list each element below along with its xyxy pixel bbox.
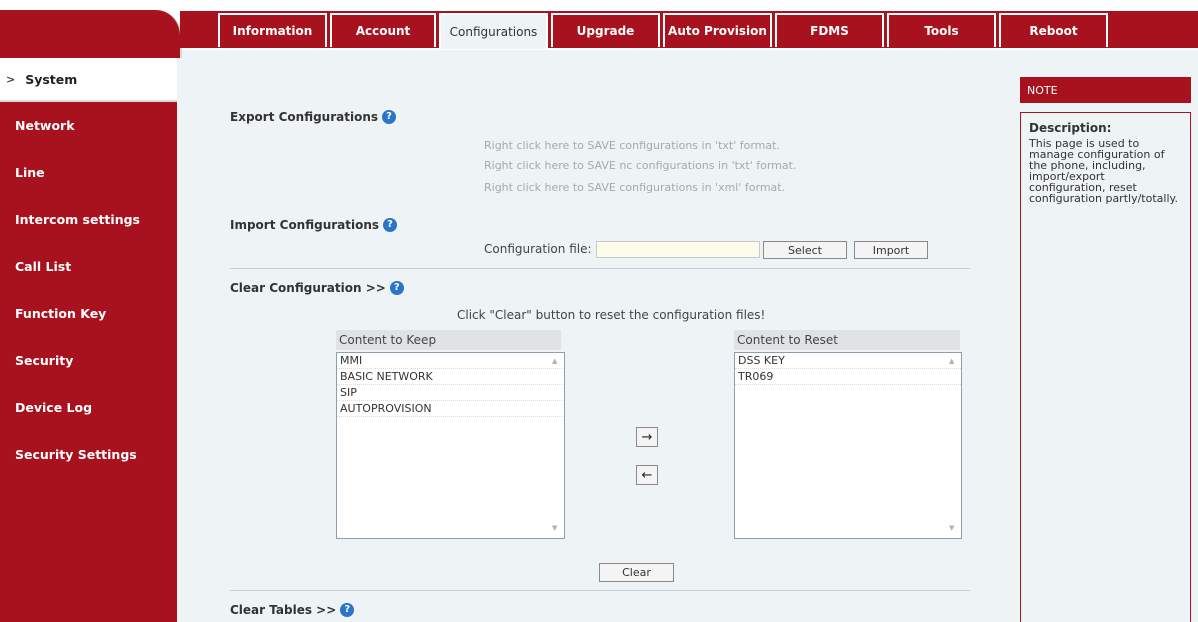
tab-fdms[interactable]: FDMS [775, 13, 884, 47]
keep-list-header: Content to Keep [336, 330, 561, 350]
tab-information[interactable]: Information [218, 13, 327, 47]
chevron-right-icon: > [6, 72, 16, 86]
clear-config-section-title: Clear Configuration >> ? [230, 281, 404, 295]
sidebar-item-label: Device Log [15, 400, 93, 415]
clear-button[interactable]: Clear [599, 563, 674, 582]
sidebar-item-line[interactable]: Line [0, 149, 177, 196]
sidebar-item-label: Network [15, 118, 75, 133]
tab-configurations[interactable]: Configurations [439, 13, 548, 49]
note-header: NOTE [1020, 77, 1191, 103]
list-item[interactable]: AUTOPROVISION [337, 401, 564, 417]
sidebar-item-security[interactable]: Security [0, 337, 177, 384]
move-left-button[interactable]: ← [636, 465, 658, 485]
clear-tables-section-title: Clear Tables >> ? [230, 603, 355, 617]
tab-account[interactable]: Account [330, 13, 436, 47]
scroll-down-icon[interactable]: ▼ [949, 524, 954, 532]
sidebar: > System Network Line Intercom settings … [0, 58, 177, 622]
sidebar-item-label: Line [15, 165, 45, 180]
note-description: This page is used to manage configuratio… [1029, 137, 1178, 205]
help-icon[interactable]: ? [389, 281, 404, 295]
sidebar-item-label: Call List [15, 259, 72, 274]
reset-list-header: Content to Reset [734, 330, 960, 350]
export-section-title: Export Configurations ? [230, 110, 397, 124]
sidebar-item-device-log[interactable]: Device Log [0, 384, 177, 431]
export-title-text: Export Configurations [230, 110, 379, 124]
scroll-down-icon[interactable]: ▼ [552, 524, 557, 532]
list-item[interactable]: DSS KEY [735, 353, 961, 369]
sidebar-item-label: Security [15, 353, 74, 368]
note-title: Description: [1029, 121, 1112, 135]
sidebar-item-security-settings[interactable]: Security Settings [0, 431, 177, 478]
divider [230, 590, 970, 591]
export-xml-link[interactable]: Right click here to SAVE configurations … [484, 181, 785, 194]
move-right-button[interactable]: → [636, 427, 658, 447]
sidebar-item-function-key[interactable]: Function Key [0, 290, 177, 337]
note-panel: Description: This page is used to manage… [1020, 112, 1191, 622]
list-item[interactable]: SIP [337, 385, 564, 401]
reset-listbox-scrollbar[interactable]: ▲ ▼ [944, 353, 961, 538]
import-button[interactable]: Import [854, 241, 928, 259]
export-txt-link[interactable]: Right click here to SAVE configurations … [484, 139, 780, 152]
sidebar-item-label: System [25, 71, 78, 87]
import-title-text: Import Configurations [230, 218, 380, 232]
top-bar: Information Account Configurations Upgra… [0, 0, 1198, 58]
list-item[interactable]: TR069 [735, 369, 961, 385]
list-item[interactable]: BASIC NETWORK [337, 369, 564, 385]
divider [230, 268, 970, 269]
configuration-file-input[interactable] [596, 241, 760, 258]
configuration-file-label: Configuration file: [484, 242, 592, 256]
tab-reboot[interactable]: Reboot [999, 13, 1108, 47]
keep-listbox[interactable]: MMI BASIC NETWORK SIP AUTOPROVISION ▲ ▼ [336, 352, 565, 539]
sidebar-item-label: Security Settings [15, 447, 137, 462]
select-button[interactable]: Select [763, 241, 847, 259]
logo-area [0, 10, 182, 58]
sidebar-item-intercom-settings[interactable]: Intercom settings [0, 196, 177, 243]
help-icon[interactable]: ? [383, 218, 398, 232]
tab-upgrade[interactable]: Upgrade [551, 13, 660, 47]
sidebar-item-call-list[interactable]: Call List [0, 243, 177, 290]
import-section-title: Import Configurations ? [230, 218, 398, 232]
help-icon[interactable]: ? [382, 110, 397, 124]
sidebar-item-label: Function Key [15, 306, 107, 321]
tab-auto-provision[interactable]: Auto Provision [663, 13, 772, 47]
scroll-up-icon[interactable]: ▲ [949, 357, 954, 365]
keep-listbox-scrollbar[interactable]: ▲ ▼ [547, 353, 564, 538]
clear-config-title-text[interactable]: Clear Configuration >> [230, 281, 386, 295]
export-nc-txt-link[interactable]: Right click here to SAVE nc configuratio… [484, 159, 796, 172]
main-tabs: Information Account Configurations Upgra… [218, 11, 1111, 49]
sidebar-item-network[interactable]: Network [0, 102, 177, 149]
reset-listbox[interactable]: DSS KEY TR069 ▲ ▼ [734, 352, 962, 539]
help-icon[interactable]: ? [340, 603, 355, 617]
clear-hint-text: Click "Clear" button to reset the config… [457, 308, 766, 322]
sidebar-item-label: Intercom settings [15, 212, 140, 227]
clear-tables-title-text[interactable]: Clear Tables >> [230, 603, 336, 617]
list-item[interactable]: MMI [337, 353, 564, 369]
scroll-up-icon[interactable]: ▲ [552, 357, 557, 365]
sidebar-item-system[interactable]: > System [0, 58, 177, 102]
tab-tools[interactable]: Tools [887, 13, 996, 47]
